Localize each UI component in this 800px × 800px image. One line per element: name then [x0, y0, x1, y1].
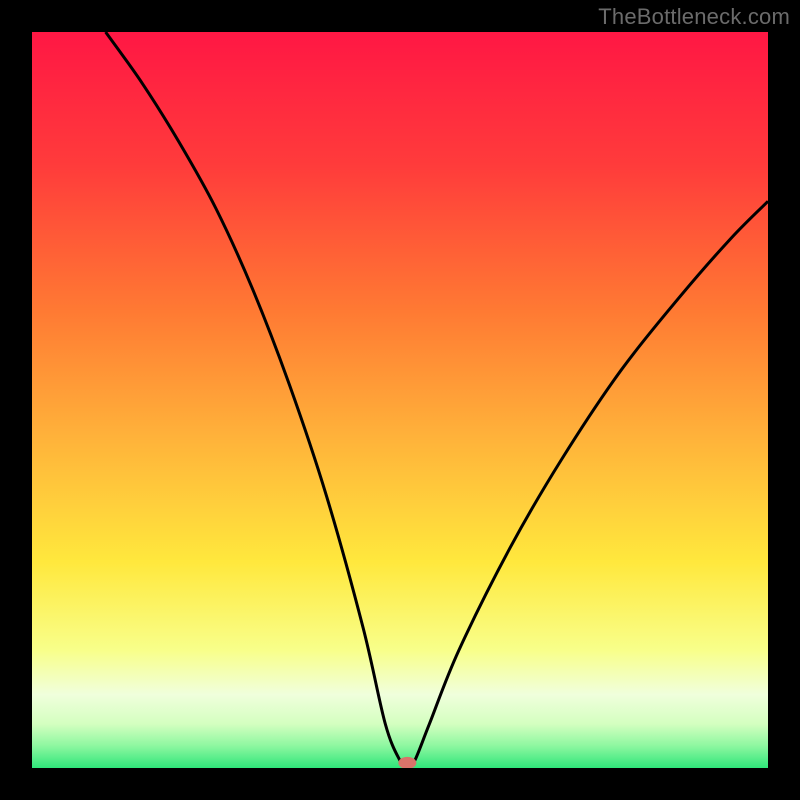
chart-plot-area	[32, 32, 768, 768]
bottleneck-chart-svg	[32, 32, 768, 768]
gradient-background	[32, 32, 768, 768]
watermark-text: TheBottleneck.com	[598, 4, 790, 30]
